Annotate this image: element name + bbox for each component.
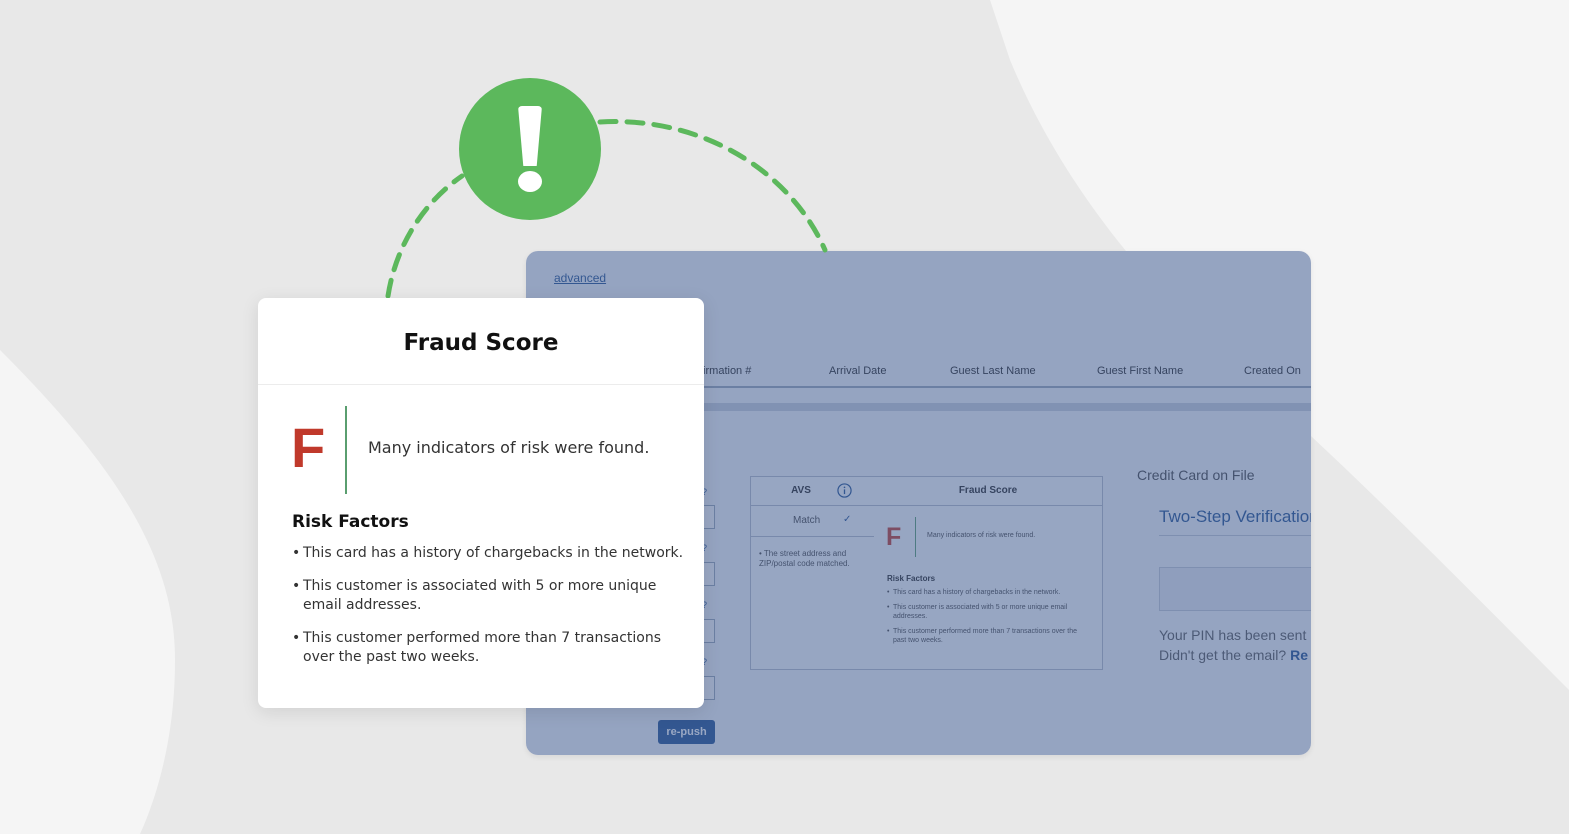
exclamation-bar [518, 106, 542, 166]
mini-fraud-grade: F [886, 523, 902, 551]
avs-match-label: Match [793, 515, 821, 526]
column-guest-first-name[interactable]: Guest First Name [1097, 365, 1183, 377]
verification-divider [1159, 535, 1311, 536]
column-guest-last-name[interactable]: Guest Last Name [950, 365, 1036, 377]
list-item: This customer is associated with 5 or mo… [292, 577, 692, 615]
check-icon: ✓ [843, 514, 852, 525]
credit-card-title: Credit Card on File [1137, 467, 1255, 483]
two-step-verification-title: Two-Step Verification [1159, 507, 1311, 526]
avs-panel: AVS Match ✓ • The street address and ZIP… [750, 476, 876, 670]
mini-fraud-title: Fraud Score [958, 485, 1018, 496]
avs-note: • The street address and ZIP/postal code… [759, 549, 850, 568]
advanced-link[interactable]: advanced [554, 271, 606, 285]
exclamation-icon [459, 78, 601, 220]
table-row-stripe [702, 403, 1311, 411]
list-item: This customer performed more than 7 tran… [292, 629, 692, 667]
list-item: This customer is associated with 5 or mo… [887, 603, 1092, 621]
mini-fraud-score-panel: Fraud Score F Many indicators of risk we… [874, 476, 1103, 670]
grade-divider [345, 406, 347, 494]
fraud-grade: F [291, 416, 326, 479]
list-item: This card has a history of chargebacks i… [292, 544, 692, 563]
mini-grade-divider [915, 517, 916, 557]
card-title-divider [258, 384, 704, 385]
risk-factors-list: This card has a history of chargebacks i… [292, 544, 692, 681]
fraud-score-card: Fraud Score F Many indicators of risk we… [258, 298, 704, 708]
list-item: This card has a history of chargebacks i… [887, 588, 1092, 597]
column-arrival-date[interactable]: Arrival Date [829, 365, 886, 377]
info-icon[interactable] [837, 483, 852, 498]
column-confirmation[interactable]: firmation # [700, 365, 751, 377]
pin-sent-text: Your PIN has been sent [1159, 627, 1307, 643]
mini-risk-factors-list: This card has a history of chargebacks i… [887, 588, 1092, 651]
risk-factors-title: Risk Factors [292, 512, 409, 532]
re-push-button[interactable]: re-push [658, 720, 715, 744]
pin-input[interactable] [1159, 567, 1311, 611]
mini-fraud-summary: Many indicators of risk were found. [927, 532, 1036, 539]
exclamation-dot [518, 171, 542, 192]
fraud-score-title: Fraud Score [403, 330, 559, 356]
resend-prompt-text: Didn't get the email? [1159, 647, 1287, 663]
resend-link[interactable]: Re [1290, 647, 1308, 663]
column-created-on[interactable]: Created On [1244, 365, 1301, 377]
avs-title: AVS [791, 485, 811, 496]
mini-risk-factors-title: Risk Factors [887, 574, 936, 583]
fraud-summary: Many indicators of risk were found. [368, 438, 650, 457]
resend-prompt: Didn't get the email? Re [1159, 647, 1308, 663]
table-header-divider [702, 386, 1311, 388]
list-item: This customer performed more than 7 tran… [887, 627, 1092, 645]
